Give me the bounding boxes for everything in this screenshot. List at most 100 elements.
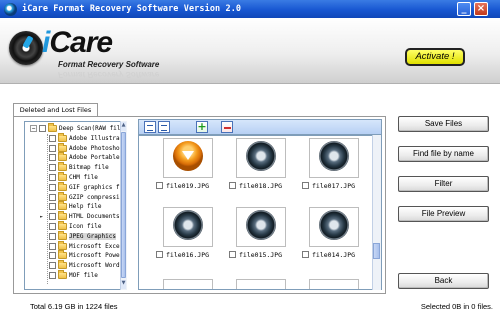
- expand-arrow-icon[interactable]: ►: [40, 214, 47, 220]
- tree-item[interactable]: MOF file: [40, 270, 98, 280]
- file-checkbox[interactable]: [302, 182, 309, 189]
- tree-item-label: GZIP compressi: [69, 193, 120, 201]
- tree-scroll-down-icon[interactable]: ▼: [121, 280, 126, 289]
- file-thumbnail-item[interactable]: file015.JPG: [226, 207, 296, 281]
- file-thumbnail-item[interactable]: file018.JPG: [226, 138, 296, 212]
- tree-item-checkbox[interactable]: [49, 272, 56, 279]
- tree-item-checkbox[interactable]: [49, 232, 56, 240]
- save-files-button[interactable]: Save Files: [398, 116, 489, 132]
- select-all-icon[interactable]: [196, 120, 208, 133]
- tree-item-checkbox[interactable]: [49, 134, 56, 142]
- tree-item-checkbox[interactable]: [49, 154, 56, 162]
- tree-item-checkbox[interactable]: [49, 242, 56, 250]
- tree-item[interactable]: JPEG Graphics: [40, 230, 116, 241]
- file-thumbnail-item[interactable]: file014.JPG: [299, 207, 369, 281]
- activate-button[interactable]: Activate !: [405, 48, 465, 66]
- close-button[interactable]: ×: [474, 2, 488, 16]
- file-checkbox[interactable]: [156, 182, 163, 189]
- tree-item-checkbox[interactable]: [49, 144, 56, 152]
- minimize-button[interactable]: _: [457, 2, 471, 16]
- tree-item[interactable]: Bitmap file: [40, 162, 109, 172]
- folder-icon: [58, 172, 67, 181]
- file-label-row: file017.JPG: [299, 181, 369, 190]
- tree-item-checkbox[interactable]: [49, 164, 56, 172]
- tree-item-checkbox[interactable]: [39, 125, 46, 132]
- thumbnail-frame-partial[interactable]: [309, 279, 359, 289]
- file-thumbnail-item[interactable]: file019.JPG: [153, 138, 223, 212]
- tree-item[interactable]: CHM file: [40, 172, 98, 182]
- collapse-icon[interactable]: −: [30, 125, 37, 132]
- deselect-all-icon[interactable]: [221, 121, 233, 133]
- file-missing-preview-icon: [173, 141, 203, 171]
- file-thumbnail-item[interactable]: file017.JPG: [299, 138, 369, 212]
- file-checkbox[interactable]: [229, 182, 236, 189]
- folder-icon: [58, 201, 67, 211]
- file-checkbox[interactable]: [156, 251, 163, 258]
- file-grid-scrollbar[interactable]: [372, 135, 381, 290]
- folder-icon: [58, 191, 67, 201]
- tree-scroll-up-icon[interactable]: ▲: [121, 122, 126, 131]
- brand-subtitle-reflection: Format Recovery Software: [58, 70, 160, 79]
- tree-item[interactable]: Microsoft Powe: [40, 250, 120, 260]
- file-grid[interactable]: file019.JPG file018.JPG file017.JPG file016…: [138, 135, 382, 290]
- tree-item[interactable]: GZIP compressi: [40, 191, 120, 202]
- folder-icon: [58, 181, 67, 191]
- tree-item-checkbox[interactable]: [49, 213, 56, 221]
- file-checkbox[interactable]: [302, 251, 309, 258]
- tree-item-checkbox[interactable]: [49, 183, 56, 191]
- thumbnail-frame[interactable]: [236, 207, 286, 247]
- tree-scroll-thumb[interactable]: [121, 132, 126, 278]
- tree-item[interactable]: Adobe Portable: [40, 152, 120, 162]
- file-label-row: file016.JPG: [153, 250, 223, 259]
- folder-icon: [58, 221, 67, 230]
- window-title: iCare Format Recovery Software Version 2…: [22, 4, 242, 14]
- tree-item[interactable]: Microsoft Exce: [40, 240, 120, 251]
- tree-item-label: Help file: [69, 203, 102, 211]
- file-type-tree[interactable]: − Deep Scan(RAW fil Adobe Illustra Adobe Ph…: [24, 121, 127, 290]
- tree-item-checkbox[interactable]: [49, 223, 56, 230]
- file-label-row: file018.JPG: [226, 181, 296, 190]
- tree-item[interactable]: Icon file: [40, 221, 102, 231]
- file-name: file015.JPG: [239, 250, 283, 259]
- thumbnail-frame[interactable]: [309, 138, 359, 178]
- file-preview-button[interactable]: File Preview: [398, 206, 489, 222]
- tree-item[interactable]: Adobe Photosho: [40, 142, 120, 153]
- file-thumbnail-item[interactable]: file016.JPG: [153, 207, 223, 281]
- file-checkbox[interactable]: [229, 251, 236, 258]
- app-header: iCare Format Recovery Software Format Re…: [0, 18, 500, 84]
- thumbnail-frame-partial[interactable]: [236, 279, 286, 289]
- tree-item-checkbox[interactable]: [49, 203, 56, 211]
- tree-item-checkbox[interactable]: [49, 262, 56, 270]
- title-bar[interactable]: iCare Format Recovery Software Version 2…: [0, 0, 500, 18]
- thumbnail-frame[interactable]: [163, 207, 213, 247]
- image-preview: [246, 210, 276, 240]
- tree-item[interactable]: Help file: [40, 201, 102, 211]
- file-label-row: file019.JPG: [153, 181, 223, 190]
- tree-item-checkbox[interactable]: [49, 252, 56, 260]
- thumbnail-frame[interactable]: [163, 138, 213, 178]
- tree-item-checkbox[interactable]: [49, 174, 56, 181]
- file-grid-scroll-thumb[interactable]: [373, 243, 380, 259]
- folder-icon: [58, 211, 67, 221]
- tree-item[interactable]: − Deep Scan(RAW fil: [30, 123, 121, 133]
- file-name: file014.JPG: [312, 250, 356, 259]
- thumbnail-frame-partial[interactable]: [163, 279, 213, 289]
- tab-deleted-lost-files[interactable]: Deleted and Lost Files: [13, 103, 98, 117]
- thumbnail-view-icon[interactable]: [144, 121, 156, 133]
- tree-item-label: Deep Scan(RAW fil: [59, 125, 121, 132]
- file-name: file017.JPG: [312, 181, 356, 190]
- thumbnail-frame[interactable]: [236, 138, 286, 178]
- tree-item[interactable]: Adobe Illustra: [40, 132, 120, 143]
- back-button[interactable]: Back: [398, 273, 489, 289]
- tree-item[interactable]: GIF graphics f: [40, 181, 120, 192]
- tree-item[interactable]: ► HTML Documents: [40, 211, 120, 221]
- thumbnail-frame[interactable]: [309, 207, 359, 247]
- filter-button[interactable]: Filter: [398, 176, 489, 192]
- list-view-icon[interactable]: [158, 121, 170, 133]
- brand-logo: iCare: [42, 26, 113, 59]
- file-label-row: file014.JPG: [299, 250, 369, 259]
- find-file-by-name-button[interactable]: Find file by name: [398, 146, 489, 162]
- tree-item-checkbox[interactable]: [49, 193, 56, 201]
- tree-item[interactable]: Microsoft Word: [40, 260, 120, 270]
- folder-icon: [58, 230, 67, 240]
